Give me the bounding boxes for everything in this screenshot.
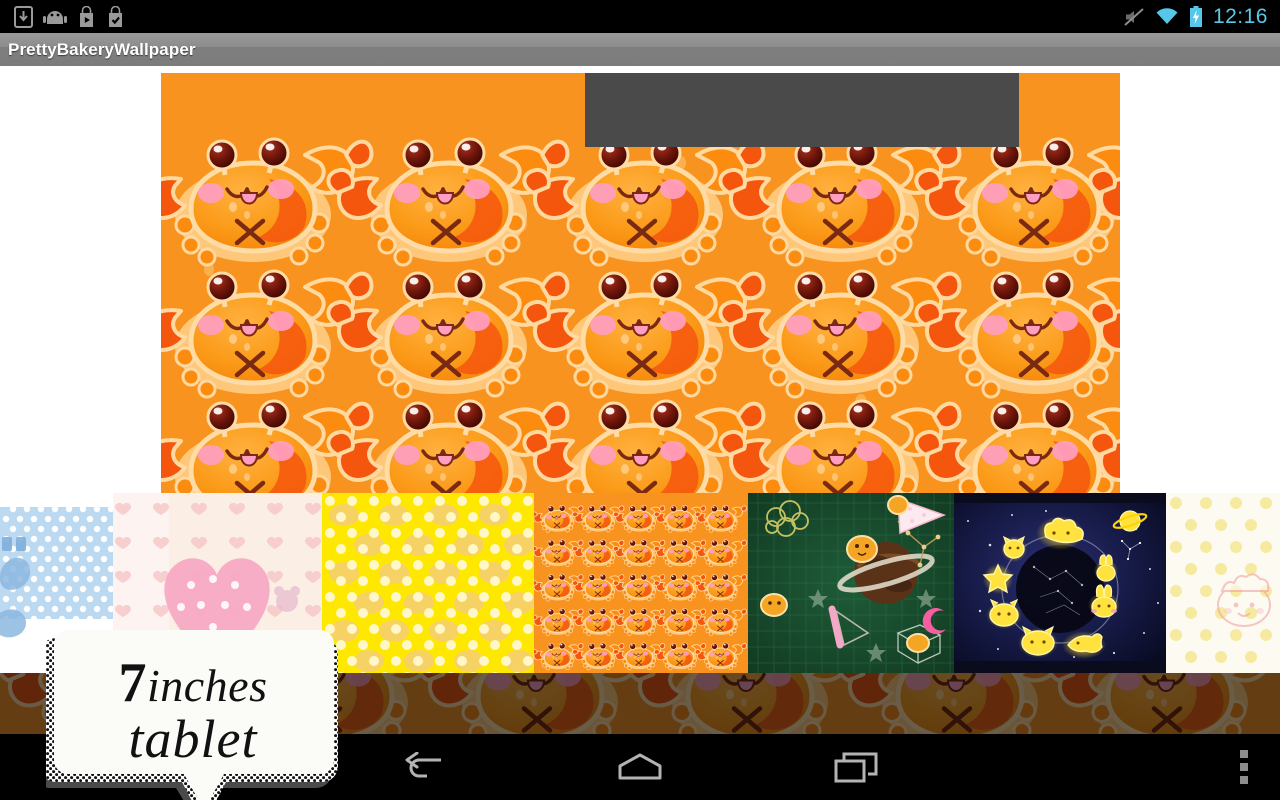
checkmark-bag-icon — [109, 5, 122, 27]
overflow-menu-icon — [1240, 750, 1248, 784]
content-area: Set wallpaper — [0, 66, 1280, 800]
status-bar-clock: 12:16 — [1212, 4, 1268, 28]
home-icon — [618, 753, 662, 780]
device-screen: 12:16 PrettyBakeryWallpaper 7inches tabl… — [0, 0, 1280, 800]
ad-banner-placeholder[interactable] — [585, 73, 1019, 147]
volume-mute-icon — [1124, 7, 1144, 26]
overflow-menu-button[interactable] — [1222, 734, 1266, 800]
dimmed-wallpaper-band — [0, 673, 1280, 734]
page-title: PrettyBakeryWallpaper — [8, 39, 196, 59]
green-space-thumb-image — [748, 493, 954, 673]
back-icon — [405, 752, 441, 778]
wallpaper-preview[interactable] — [161, 73, 1120, 499]
wallpaper-thumbnail-green-space[interactable] — [748, 493, 954, 673]
recent-apps-icon — [834, 752, 878, 783]
wifi-icon — [1156, 8, 1178, 24]
wallpaper-thumbnail-yellow-dots[interactable] — [322, 493, 534, 673]
download-icon — [14, 5, 33, 28]
wallpaper-thumbnail-galaxy-stars[interactable] — [954, 493, 1166, 673]
status-bar-system-icons[interactable]: 12:16 — [1123, 5, 1280, 29]
pink-heart-thumb-image — [113, 493, 322, 673]
wallpaper-thumbnail-strip[interactable] — [0, 493, 1280, 673]
android-robot-icon — [43, 10, 67, 24]
recent-apps-button[interactable] — [794, 734, 918, 800]
yellow-dots-thumb-image — [322, 493, 534, 673]
play-store-icon — [80, 5, 93, 27]
back-button[interactable] — [362, 734, 486, 800]
orange-crab-thumb-image — [534, 493, 748, 673]
cream-dots-thumb-image — [1166, 493, 1280, 673]
wallpaper-thumbnail-orange-crab[interactable] — [534, 493, 748, 673]
crab-pattern-dim — [0, 673, 1280, 734]
home-button[interactable] — [578, 734, 702, 800]
app-title-bar: PrettyBakeryWallpaper — [0, 33, 1280, 67]
status-bar-notifications[interactable] — [0, 5, 125, 28]
blue-dots-thumb-image — [0, 493, 113, 673]
battery-charging-icon — [1189, 5, 1202, 27]
galaxy-stars-thumb-image — [954, 493, 1166, 673]
wallpaper-thumbnail-pink-heart[interactable] — [113, 493, 322, 673]
wallpaper-thumbnail-cream-dots[interactable] — [1166, 493, 1280, 673]
navigation-bar — [0, 734, 1280, 800]
wallpaper-thumbnail-blue-dots[interactable] — [0, 493, 113, 673]
status-bar: 12:16 — [0, 0, 1280, 33]
